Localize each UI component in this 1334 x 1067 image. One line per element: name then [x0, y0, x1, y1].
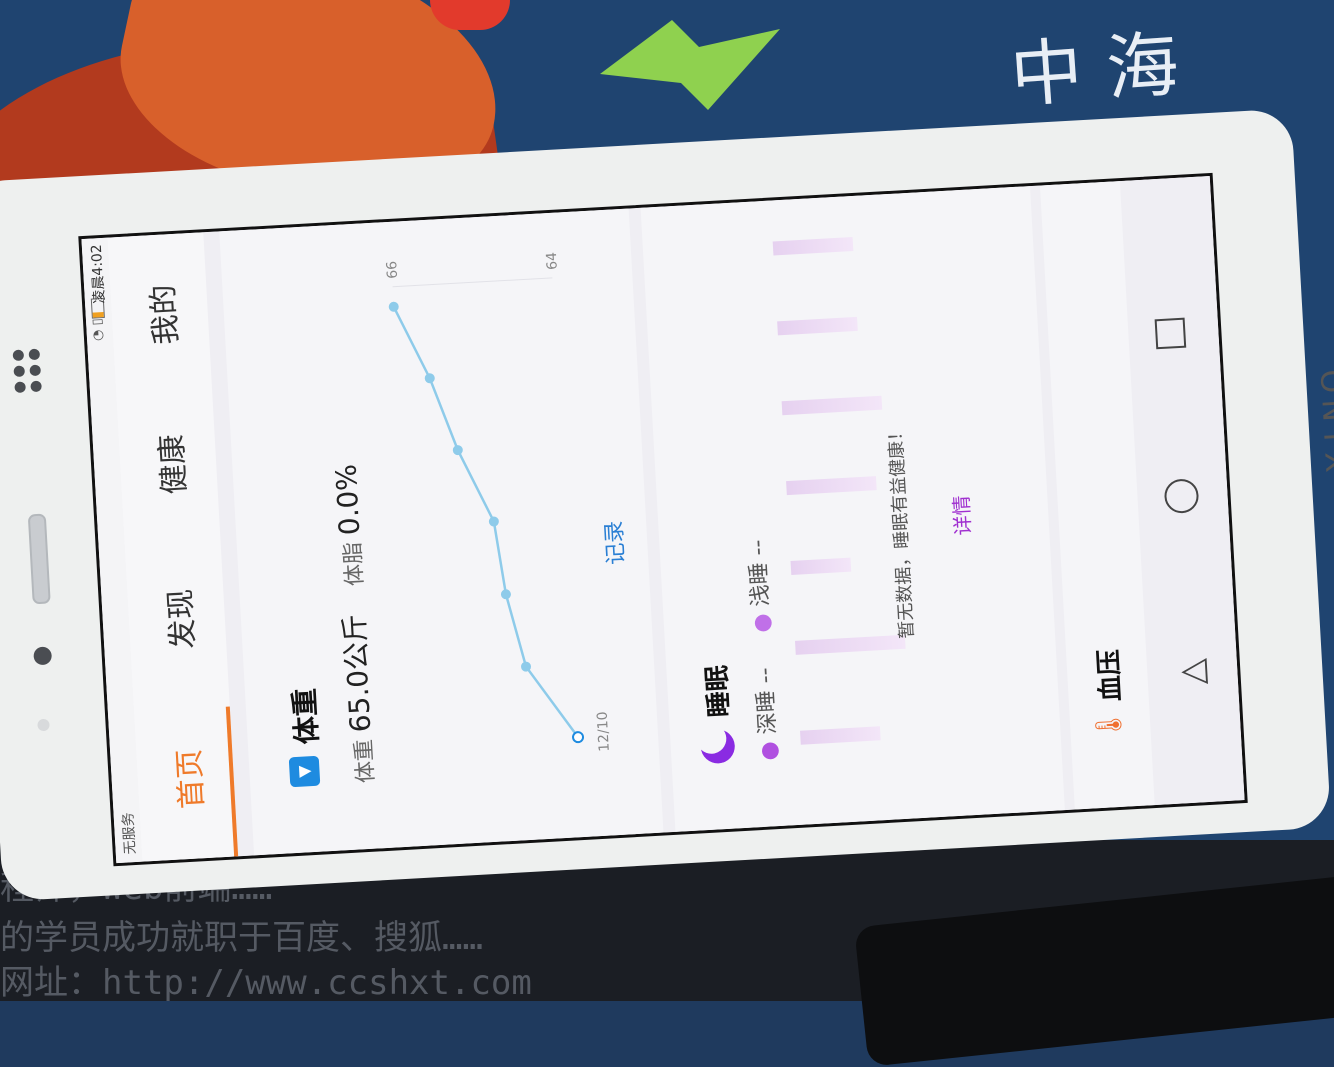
weight-summary: 体重 65.0公斤 体脂 0.0% [324, 463, 382, 784]
weight-point[interactable] [500, 589, 511, 600]
status-time: 凌晨4:02 [88, 243, 109, 305]
wifi-icon: ◔ ▯ [89, 317, 107, 342]
tab-mine[interactable]: 我的 [138, 284, 185, 346]
active-tab-indicator [225, 706, 239, 857]
light-sleep-value: -- [745, 538, 772, 557]
sleep-detail-link[interactable]: 详情 [945, 495, 976, 537]
sleep-bar [786, 476, 877, 496]
chart-grid-line [392, 277, 553, 288]
back-icon[interactable]: ◁ [1180, 649, 1208, 690]
blood-pressure-title: 血压 [1093, 648, 1127, 703]
sleep-bars [772, 216, 972, 765]
deep-sleep-label: 深睡 [753, 689, 782, 736]
weight-value: 65.0公斤 [337, 613, 378, 734]
earpiece-speaker [27, 513, 51, 605]
weight-line [392, 306, 580, 738]
mousepad-printed-text: 网址：http://www.ccshxt.com [0, 963, 532, 1003]
recents-icon[interactable] [1154, 317, 1187, 350]
home-icon[interactable] [1163, 478, 1200, 515]
weight-point[interactable] [388, 301, 399, 312]
weight-point[interactable] [521, 661, 532, 672]
sleep-bar [790, 557, 852, 576]
y-tick-label: 66 [384, 260, 401, 279]
sleep-title: 睡眠 [702, 664, 736, 719]
deep-sleep-dot: ● [756, 740, 783, 762]
sleep-bar [781, 395, 883, 416]
phone: 无服务 ◔ ▯ 凌晨4:02 首页 发现 健康 我的 ▼ 体重 体重 65.0公… [0, 108, 1334, 902]
moon-icon [695, 722, 736, 765]
sleep-bar [800, 726, 881, 745]
light-sleep-dot: ● [749, 612, 776, 634]
sleep-summary: ● 深睡 -- ● 浅睡 -- [739, 539, 783, 762]
light-sleep-label: 浅睡 [746, 561, 775, 608]
tab-home[interactable]: 首页 [164, 748, 211, 810]
weight-label: 体重 [351, 738, 380, 784]
proximity-sensor [37, 718, 50, 732]
sleep-bar [772, 237, 854, 256]
y-tick-label: 64 [544, 252, 561, 271]
front-camera [33, 646, 53, 666]
weight-point[interactable] [452, 445, 463, 456]
sleep-bar [777, 316, 858, 336]
mousepad-printed-text: 的学员成功就职于百度、搜狐…… [0, 918, 483, 958]
weight-title: 体重 [287, 687, 324, 746]
fat-value: 0.0% [329, 463, 367, 537]
weight-point[interactable] [488, 516, 499, 527]
thermometer-icon: 🌡 [1093, 707, 1126, 743]
weight-card[interactable]: ▼ 体重 体重 65.0公斤 体脂 0.0% 64 66 12/10 记录 [219, 208, 664, 856]
weight-point[interactable] [424, 373, 435, 384]
sleep-card[interactable]: 睡眠 ● 深睡 -- ● 浅睡 -- 暂无数据，睡眠有益健康！ 详情 [640, 186, 1065, 832]
front-grille [12, 348, 58, 440]
tab-discover[interactable]: 发现 [155, 588, 202, 650]
deep-sleep-value: -- [752, 666, 779, 685]
sleep-bar [794, 634, 906, 655]
weight-chart: 64 66 12/10 [384, 252, 613, 753]
mousepad-printed-text: 中海 [1007, 20, 1206, 118]
weight-point[interactable] [572, 731, 585, 744]
record-link[interactable]: 记录 [596, 520, 630, 566]
x-tick-label: 12/10 [595, 711, 613, 752]
phone-screen: 无服务 ◔ ▯ 凌晨4:02 首页 发现 健康 我的 ▼ 体重 体重 65.0公… [78, 172, 1248, 867]
tab-health[interactable]: 健康 [147, 433, 194, 495]
scale-icon: ▼ [288, 755, 321, 788]
carrier-label: 无服务 [120, 811, 139, 855]
fat-label: 体脂 [340, 541, 369, 587]
